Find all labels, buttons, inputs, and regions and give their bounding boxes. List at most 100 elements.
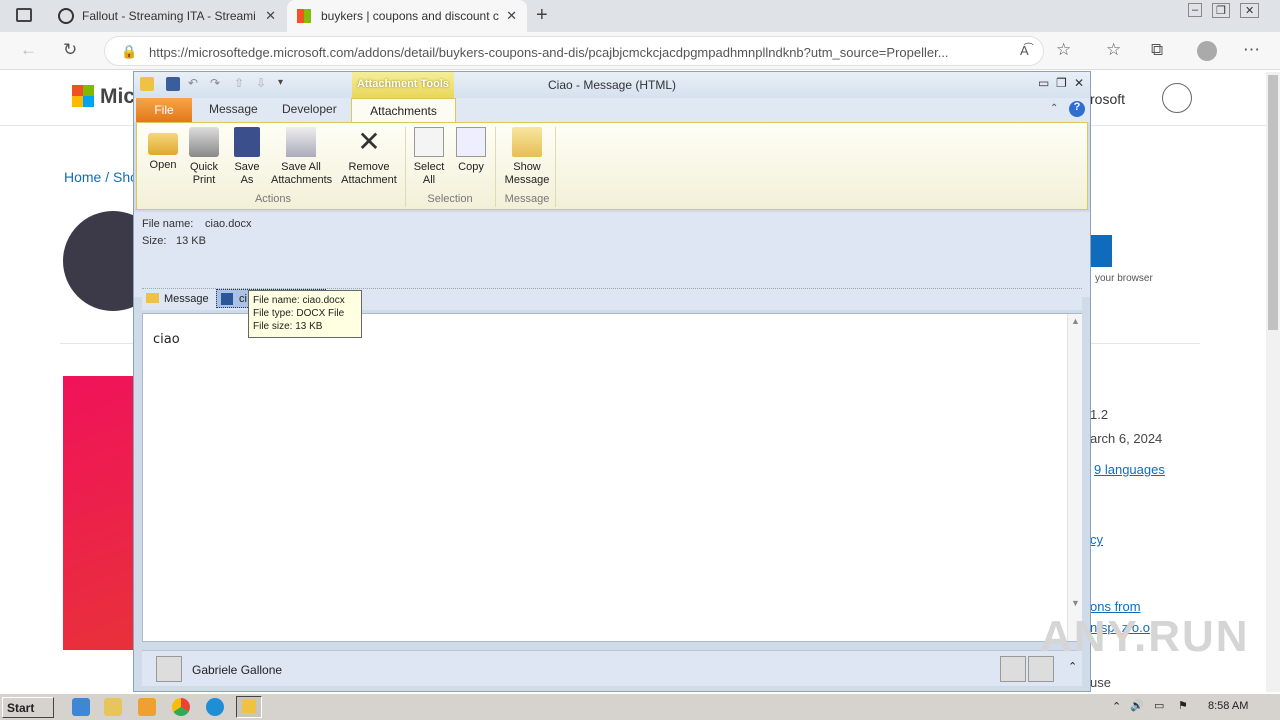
lock-icon: 🔒 — [121, 44, 138, 59]
select-all-icon — [414, 127, 444, 157]
start-label: Start — [7, 701, 35, 715]
watermark: ANY.RUN — [1040, 612, 1250, 661]
ribbon-tabs: File Message Developer Attachments ⌃ ? — [134, 98, 1090, 123]
help-icon[interactable]: ? — [1069, 101, 1085, 117]
sender-name[interactable]: Gabriele Gallone — [192, 663, 282, 677]
header-right[interactable]: rosoft — [1090, 91, 1125, 107]
show-message-button[interactable]: Show Message — [501, 127, 553, 187]
close-window-icon[interactable]: ✕ — [1240, 3, 1260, 18]
refresh-icon[interactable]: ↻ — [63, 40, 77, 60]
body-text: ciao — [153, 332, 180, 347]
tab-message[interactable]: Message — [209, 102, 258, 116]
tab-label: buykers | coupons and discount c — [321, 9, 499, 23]
size-value: 13 KB — [176, 235, 206, 247]
group-selection-label: Selection — [427, 193, 473, 205]
flag-icon[interactable]: ⚑ — [1178, 699, 1188, 712]
ie-icon[interactable] — [72, 698, 90, 716]
breadcrumb[interactable]: Home / Sho — [64, 169, 138, 185]
add-favorite-icon[interactable]: ☆ — [1056, 40, 1071, 60]
edge-icon[interactable] — [206, 698, 224, 716]
tab-label: Fallout - Streaming ITA - Streami — [82, 9, 256, 23]
tab-attachments[interactable]: Attachments — [351, 98, 456, 123]
select-all-label: Select All — [413, 161, 445, 186]
url-text: https://microsoftedge.microsoft.com/addo… — [149, 45, 949, 60]
scroll-down-icon[interactable]: ▼ — [1071, 598, 1080, 608]
scrollbar-thumb[interactable] — [1268, 75, 1278, 330]
minimize-icon[interactable]: ▭ — [1038, 76, 1049, 90]
group-separator — [555, 127, 556, 207]
screenshot-preview[interactable] — [63, 376, 135, 650]
save-all-attachments-button[interactable]: Save All Attachments — [267, 127, 335, 187]
close-window-icon[interactable]: ✕ — [1074, 76, 1084, 90]
clock[interactable]: 8:58 AM — [1208, 700, 1248, 712]
network-icon[interactable]: ▭ — [1154, 699, 1164, 712]
tray-arrow-icon[interactable]: ⌃ — [1112, 700, 1121, 713]
restore-icon[interactable]: ❐ — [1056, 76, 1067, 90]
profile-avatar[interactable] — [1197, 41, 1217, 61]
body-scrollbar[interactable]: ▲ ▼ — [1067, 314, 1082, 641]
privacy-link[interactable]: cy — [1090, 532, 1103, 547]
settings-more-icon[interactable]: ⋯ — [1243, 40, 1260, 60]
open-button[interactable]: Open — [145, 127, 181, 172]
outlook-taskbar-button[interactable] — [236, 696, 262, 718]
start-button[interactable]: Start — [2, 697, 54, 718]
url-field[interactable]: 🔒 https://microsoftedge.microsoft.com/ad… — [104, 36, 1044, 66]
tab-actions-icon[interactable] — [16, 8, 32, 22]
tab-buykers[interactable]: buykers | coupons and discount c ✕ — [287, 0, 527, 32]
read-aloud-icon[interactable]: A͡ — [1020, 43, 1029, 58]
account-icon[interactable] — [1162, 83, 1192, 113]
select-all-button[interactable]: Select All — [409, 127, 449, 187]
save-all-icon — [286, 127, 316, 157]
people-pane: Gabriele Gallone ⌃ — [142, 650, 1082, 686]
save-as-button[interactable]: Save As — [229, 127, 265, 187]
volume-icon[interactable]: 🔊 — [1130, 699, 1144, 712]
close-tab-icon[interactable]: ✕ — [265, 8, 276, 24]
contact-avatar[interactable] — [1000, 656, 1026, 682]
attachment-name: ci — [239, 293, 247, 305]
envelope-icon — [146, 293, 159, 303]
copy-label: Copy — [458, 161, 484, 173]
get-button[interactable] — [1090, 235, 1112, 267]
group-separator — [405, 127, 406, 207]
quick-print-button[interactable]: Quick Print — [185, 127, 223, 187]
scroll-up-icon[interactable]: ▲ — [1071, 316, 1080, 326]
remove-attachment-button[interactable]: ✕ Remove Attachment — [337, 127, 401, 187]
copy-button[interactable]: Copy — [451, 127, 491, 174]
group-message-label: Message — [504, 193, 550, 205]
new-tab-icon[interactable]: + — [536, 4, 548, 27]
minimize-icon[interactable]: ‒ — [1188, 3, 1203, 17]
message-item[interactable]: Message — [164, 293, 209, 305]
attachment-tools-label: Attachment Tools — [352, 72, 454, 98]
quick-print-label: Quick Print — [189, 161, 219, 186]
browser-tab-bar: Fallout - Streaming ITA - Streami ✕ buyk… — [0, 0, 1280, 32]
remove-icon: ✕ — [357, 126, 381, 157]
media-player-icon[interactable] — [138, 698, 156, 716]
restore-icon[interactable]: ❐ — [1212, 3, 1230, 18]
site-icon — [58, 8, 74, 24]
explorer-icon[interactable] — [104, 698, 122, 716]
save-as-label: Save As — [234, 161, 260, 186]
favorites-icon[interactable]: ☆ — [1106, 40, 1121, 60]
copy-icon — [456, 127, 486, 157]
save-all-label: Save All Attachments — [271, 161, 333, 186]
group-separator — [495, 127, 496, 207]
tab-fallout[interactable]: Fallout - Streaming ITA - Streami ✕ — [48, 0, 286, 32]
tab-developer[interactable]: Developer — [282, 102, 337, 116]
browser-note: your browser — [1095, 273, 1153, 284]
tab-file[interactable]: File — [136, 98, 192, 122]
envelope-icon — [512, 127, 542, 157]
show-message-label: Show Message — [504, 161, 550, 186]
close-tab-icon[interactable]: ✕ — [506, 8, 517, 24]
minimize-ribbon-icon[interactable]: ⌃ — [1050, 103, 1058, 114]
message-body[interactable]: ciao ▲ ▼ — [142, 313, 1082, 642]
size-label: Size: — [142, 235, 167, 247]
languages-link[interactable]: 9 languages — [1094, 462, 1165, 477]
sender-avatar — [156, 656, 182, 682]
attachment-tooltip: File name: ciao.docx File type: DOCX Fil… — [248, 290, 362, 338]
outlook-message-window: ↶ ↷ ⇧ ⇩ ▾ Ciao - Message (HTML) Attachme… — [133, 71, 1091, 692]
chrome-icon[interactable] — [172, 698, 190, 716]
collections-icon[interactable]: ⧉ — [1151, 40, 1163, 60]
title-bar: ↶ ↷ ⇧ ⇩ ▾ Ciao - Message (HTML) Attachme… — [134, 72, 1090, 98]
back-icon[interactable]: ← — [20, 40, 37, 60]
printer-icon — [189, 127, 219, 157]
